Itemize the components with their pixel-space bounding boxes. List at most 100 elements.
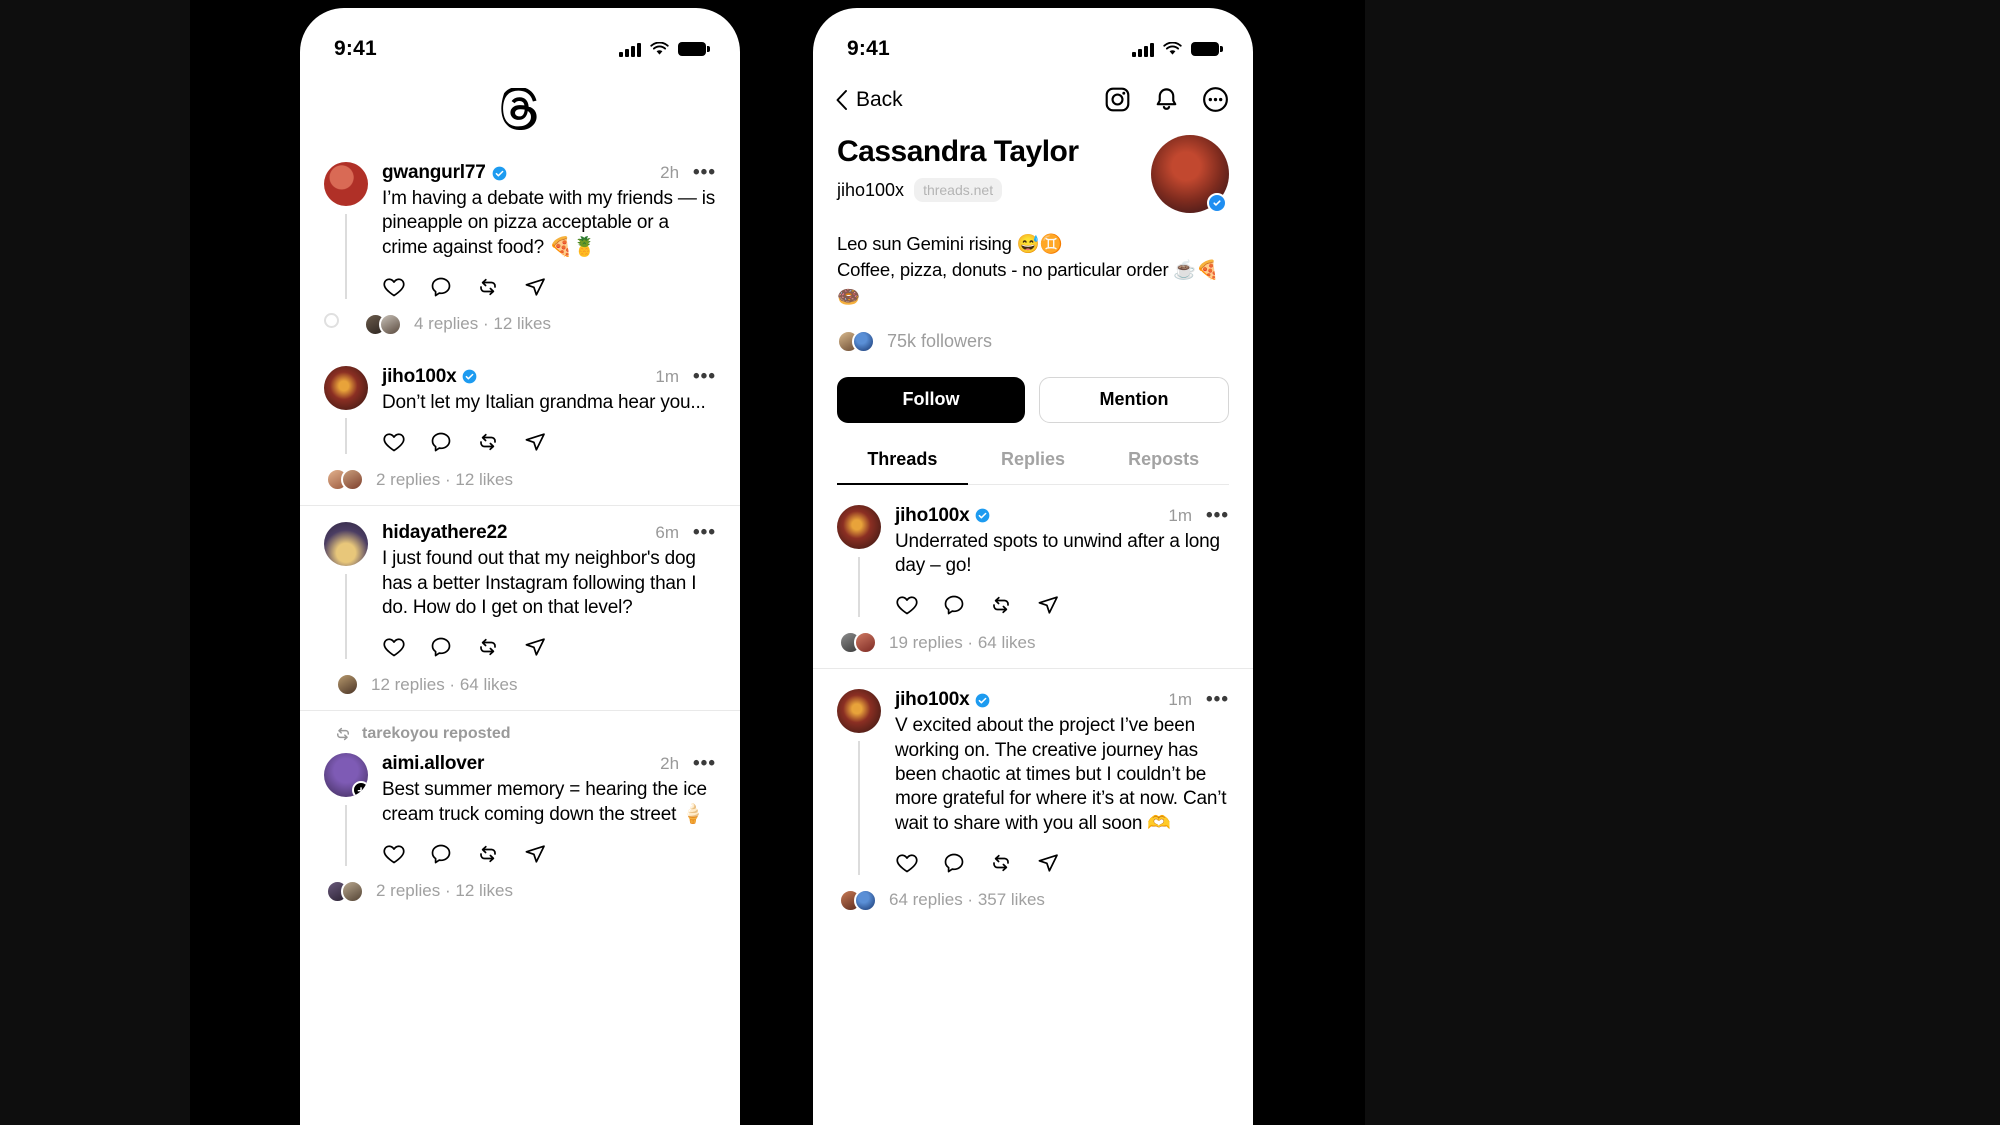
post-more-icon[interactable]: ••• xyxy=(1206,690,1229,709)
post-stats[interactable]: 2 replies · 12 likes xyxy=(376,470,513,490)
avatar-column xyxy=(324,365,368,455)
comment-icon[interactable] xyxy=(429,842,453,866)
post-text: Best summer memory = hearing the ice cre… xyxy=(382,779,707,825)
chevron-left-icon xyxy=(835,89,848,111)
post-actions xyxy=(382,635,716,659)
follow-plus-icon[interactable]: + xyxy=(352,781,368,798)
domain-chip: threads.net xyxy=(914,178,1003,202)
like-icon[interactable] xyxy=(382,842,406,866)
comment-icon[interactable] xyxy=(429,275,453,299)
mention-button[interactable]: Mention xyxy=(1039,376,1229,423)
share-icon[interactable] xyxy=(523,842,547,866)
post-timestamp: 2h xyxy=(660,754,680,774)
handle-row: jiho100x threads.net xyxy=(837,178,1079,202)
post-more-icon[interactable]: ••• xyxy=(693,754,716,773)
right-dark-band xyxy=(1365,0,2000,1125)
post-more-icon[interactable]: ••• xyxy=(693,367,716,386)
phone-right-profile: 9:41 Back Cassandra Taylor jiho100x thre… xyxy=(813,8,1253,1125)
profile-post[interactable]: jiho100x 1m ••• Underrated spots to unwi… xyxy=(813,485,1253,670)
comment-icon[interactable] xyxy=(942,851,966,875)
replier-facepile[interactable] xyxy=(326,879,364,903)
verified-badge-icon xyxy=(975,508,990,523)
share-icon[interactable] xyxy=(523,430,547,454)
replier-facepile[interactable] xyxy=(364,312,402,336)
repost-icon[interactable] xyxy=(989,851,1013,875)
like-icon[interactable] xyxy=(895,851,919,875)
post-stats[interactable]: 2 replies · 12 likes xyxy=(376,881,513,901)
share-icon[interactable] xyxy=(523,275,547,299)
instagram-icon[interactable] xyxy=(1104,86,1131,113)
more-circle-icon[interactable] xyxy=(1202,86,1229,113)
post-more-icon[interactable]: ••• xyxy=(693,163,716,182)
feed-post[interactable]: + aimi.allover 2h ••• Best summer memory… xyxy=(300,743,740,917)
replier-facepile[interactable] xyxy=(839,631,877,655)
feed-post[interactable]: hidayathere22 6m ••• I just found out th… xyxy=(300,506,740,712)
share-icon[interactable] xyxy=(523,635,547,659)
post-timestamp: 2h xyxy=(660,163,680,182)
post-stats[interactable]: 12 replies · 64 likes xyxy=(371,675,517,695)
tab-reposts[interactable]: Reposts xyxy=(1098,449,1229,485)
tab-replies[interactable]: Replies xyxy=(968,449,1099,485)
post-username[interactable]: jiho100x xyxy=(382,366,457,388)
replier-facepile[interactable] xyxy=(336,673,359,697)
avatar xyxy=(336,673,359,697)
repost-icon[interactable] xyxy=(989,593,1013,617)
comment-icon[interactable] xyxy=(429,430,453,454)
comment-icon[interactable] xyxy=(429,635,453,659)
post-username[interactable]: gwangurl77 xyxy=(382,162,486,184)
feed-post[interactable]: jiho100x 1m ••• Don’t let my Italian gra… xyxy=(300,350,740,507)
post-username[interactable]: jiho100x xyxy=(895,689,970,711)
like-icon[interactable] xyxy=(895,593,919,617)
avatar[interactable]: + xyxy=(324,753,368,798)
like-icon[interactable] xyxy=(382,275,406,299)
post-stats[interactable]: 19 replies · 64 likes xyxy=(889,633,1035,653)
post-stats[interactable]: 4 replies · 12 likes xyxy=(414,314,551,334)
profile-action-buttons: Follow Mention xyxy=(837,376,1229,423)
like-icon[interactable] xyxy=(382,635,406,659)
followers-row[interactable]: 75k followers xyxy=(837,329,1229,353)
post-actions xyxy=(382,275,716,299)
profile-post[interactable]: jiho100x 1m ••• V excited about the proj… xyxy=(813,669,1253,926)
repost-icon[interactable] xyxy=(476,275,500,299)
avatar[interactable] xyxy=(324,162,368,206)
wifi-icon xyxy=(650,42,669,56)
repost-icon[interactable] xyxy=(476,635,500,659)
comment-icon[interactable] xyxy=(942,593,966,617)
bell-icon[interactable] xyxy=(1153,86,1180,113)
repost-icon[interactable] xyxy=(476,842,500,866)
replier-facepile[interactable] xyxy=(326,468,364,492)
threads-logo-icon[interactable] xyxy=(501,88,539,130)
post-username[interactable]: jiho100x xyxy=(895,505,970,527)
post-username[interactable]: aimi.allover xyxy=(382,753,484,775)
profile-bio: Leo sun Gemini rising 😅♊️ Coffee, pizza,… xyxy=(837,231,1229,310)
avatar-column xyxy=(837,689,881,875)
repost-block[interactable]: tarekoyou reposted + aimi.allover 2h •••… xyxy=(300,711,740,917)
back-button[interactable]: Back xyxy=(835,88,903,112)
threads-logo-header xyxy=(300,72,740,146)
post-actions xyxy=(895,593,1229,617)
thread-line xyxy=(345,417,347,455)
replier-facepile[interactable] xyxy=(839,888,877,912)
follow-button[interactable]: Follow xyxy=(837,376,1025,423)
tab-threads[interactable]: Threads xyxy=(837,449,968,485)
avatar[interactable] xyxy=(837,504,881,549)
avatar-column xyxy=(324,162,368,299)
like-icon[interactable] xyxy=(382,430,406,454)
post-stats[interactable]: 64 replies · 357 likes xyxy=(889,890,1045,910)
share-icon[interactable] xyxy=(1036,593,1060,617)
avatar[interactable] xyxy=(324,365,368,410)
avatar[interactable] xyxy=(837,689,881,734)
post-username[interactable]: hidayathere22 xyxy=(382,522,507,544)
post-timestamp: 6m xyxy=(655,523,680,543)
avatar[interactable] xyxy=(324,522,368,567)
avatar-wrap[interactable] xyxy=(1151,135,1229,213)
feed-post[interactable]: gwangurl77 2h ••• I’m having a debate wi… xyxy=(300,146,740,350)
repost-icon[interactable] xyxy=(476,430,500,454)
post-more-icon[interactable]: ••• xyxy=(1206,506,1229,525)
post-more-icon[interactable]: ••• xyxy=(693,523,716,542)
battery-full-icon xyxy=(1191,42,1223,56)
follower-facepile xyxy=(837,329,875,353)
share-icon[interactable] xyxy=(1036,851,1060,875)
bio-line-1: Leo sun Gemini rising 😅♊️ xyxy=(837,233,1063,254)
post-footer: 4 replies · 12 likes xyxy=(324,312,716,336)
